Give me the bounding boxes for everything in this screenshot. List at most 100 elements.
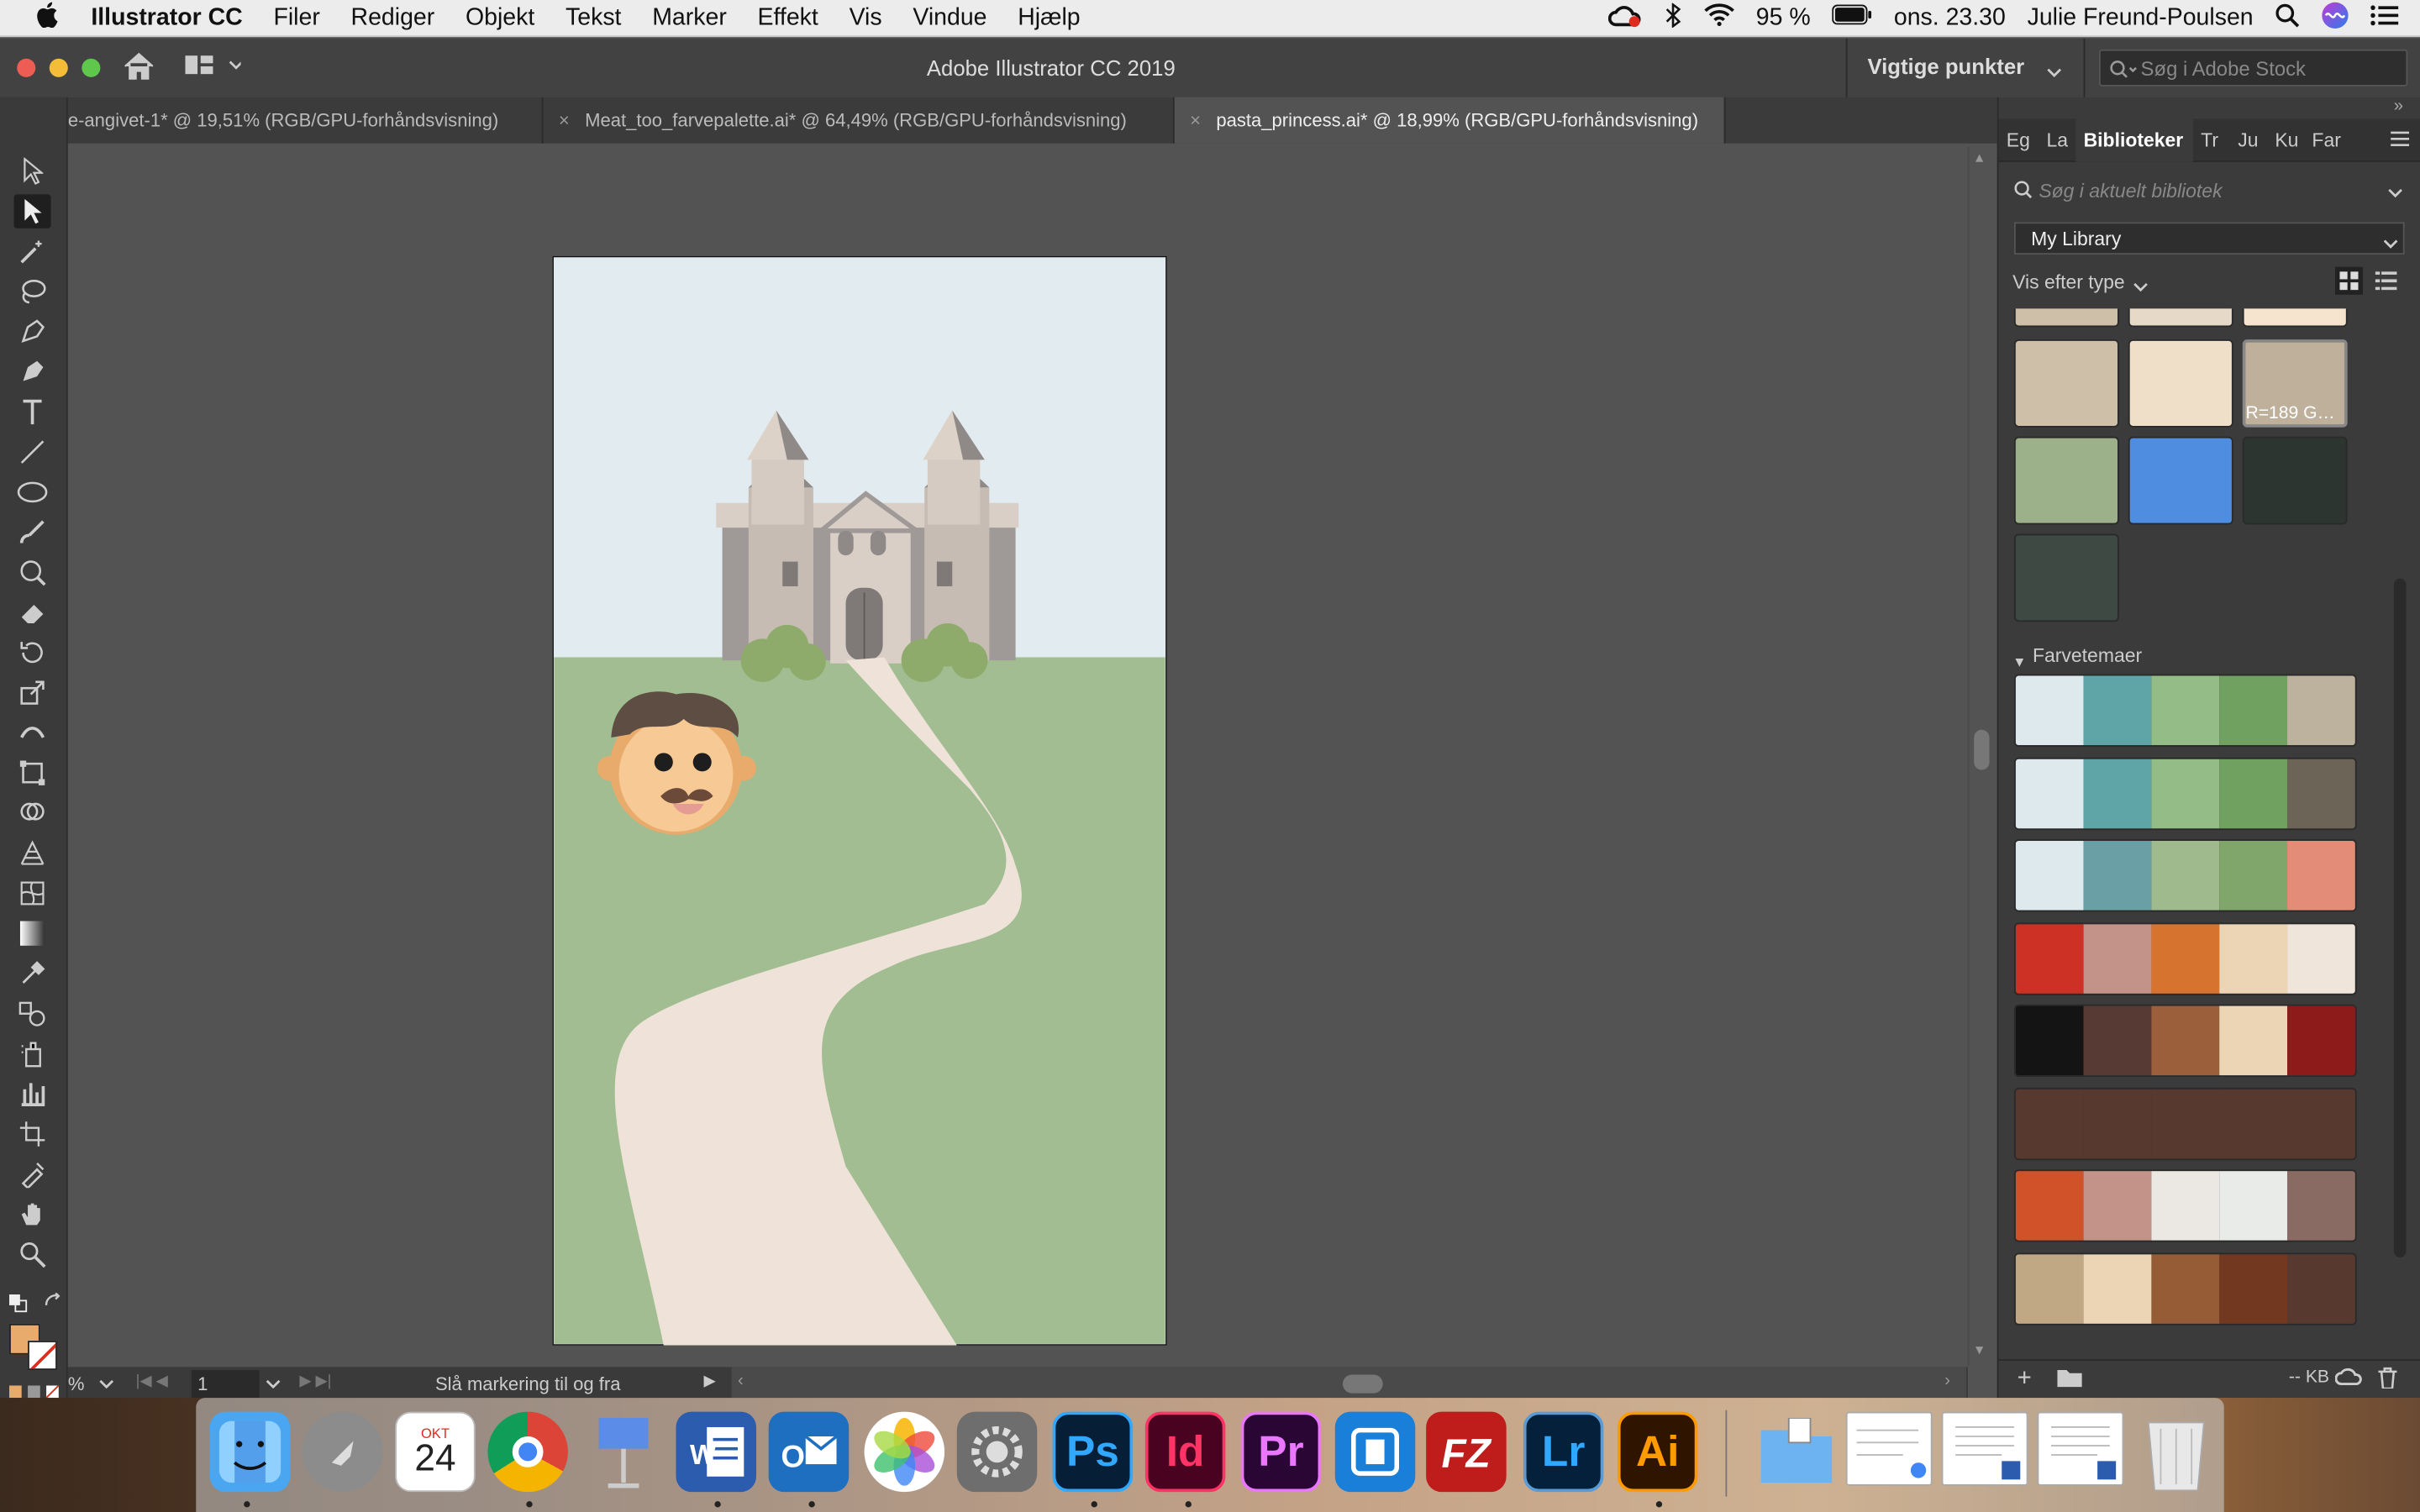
color-theme[interactable] <box>2013 1004 2357 1078</box>
status-message[interactable]: Slå markering til og fra <box>435 1373 620 1395</box>
free-transform-tool-icon[interactable] <box>14 756 51 790</box>
type-tool-icon[interactable] <box>14 395 51 428</box>
blend-tool-icon[interactable] <box>14 997 51 1031</box>
themes-heading[interactable]: Farvetemaer <box>2033 645 2142 667</box>
width-tool-icon[interactable] <box>14 716 51 749</box>
lightroom-icon[interactable]: Lr <box>1523 1411 1604 1493</box>
gradient-tool-icon[interactable] <box>14 916 51 950</box>
tab-egenskaber[interactable]: Eg <box>1999 118 2039 161</box>
trash-icon[interactable] <box>2378 1367 2397 1393</box>
tab-juster[interactable]: Ju <box>2230 118 2267 161</box>
color-swatch[interactable] <box>2013 339 2119 428</box>
collapse-panel-icon[interactable]: » <box>2394 97 2403 116</box>
close-icon[interactable]: × <box>559 109 570 131</box>
illustrator-icon[interactable]: Ai <box>1617 1411 1698 1493</box>
scroll-thumb[interactable] <box>1974 729 1990 770</box>
filezilla-icon[interactable]: FZ <box>1426 1411 1507 1493</box>
document-stack-icon[interactable] <box>1845 1411 1933 1486</box>
chevron-down-icon[interactable] <box>2387 182 2402 204</box>
menu-hjaelp[interactable]: Hjælp <box>1018 4 1080 32</box>
wifi-icon[interactable] <box>1703 3 1734 34</box>
menu-tekst[interactable]: Tekst <box>566 4 621 32</box>
column-graph-tool-icon[interactable] <box>14 1077 51 1110</box>
magic-wand-tool-icon[interactable] <box>14 234 51 268</box>
panel-menu-icon[interactable] <box>2391 129 2410 151</box>
scroll-right-icon[interactable]: › <box>1944 1372 1950 1390</box>
calendar-icon[interactable]: OKT 24 <box>395 1411 476 1493</box>
library-dropdown[interactable]: My Library <box>2013 222 2405 255</box>
keynote-icon[interactable] <box>583 1412 664 1493</box>
hand-tool-icon[interactable] <box>14 1197 51 1231</box>
mesh-tool-icon[interactable] <box>14 876 51 910</box>
eyedropper-tool-icon[interactable] <box>14 957 51 990</box>
color-swatch[interactable] <box>2013 533 2119 622</box>
pen-tool-icon[interactable] <box>14 315 51 349</box>
menu-vindue[interactable]: Vindue <box>913 4 986 32</box>
bluetooth-icon[interactable] <box>1664 2 1682 35</box>
lasso-tool-icon[interactable] <box>14 275 51 308</box>
first-artboard-icon[interactable]: |◀ ◀ <box>136 1373 168 1390</box>
rotate-tool-icon[interactable] <box>14 636 51 669</box>
scroll-left-icon[interactable]: ‹ <box>738 1372 744 1390</box>
grid-view-icon[interactable] <box>2334 266 2364 295</box>
eraser-tool-icon[interactable] <box>14 596 51 629</box>
creative-cloud-icon[interactable] <box>1607 3 1641 35</box>
indesign-icon[interactable]: Id <box>1144 1411 1226 1493</box>
user-name[interactable]: Julie Freund-Poulsen <box>2028 5 2254 33</box>
color-swatch[interactable] <box>2128 436 2233 525</box>
add-icon[interactable]: + <box>2018 1366 2032 1394</box>
doc-tab-2[interactable]: × Meat_too_farvepalette.ai* @ 64,49% (RGB… <box>544 97 1175 144</box>
selection-tool-icon[interactable] <box>14 155 51 188</box>
outlook-icon[interactable]: O <box>768 1411 850 1493</box>
canvas-vertical-scrollbar[interactable]: ▴ ▾ <box>1967 146 1996 1366</box>
notification-center-icon[interactable] <box>2370 4 2399 34</box>
doc-tab-3[interactable]: × pasta_princess.ai* @ 18,99% (RGB/GPU-fo… <box>1174 97 1726 144</box>
zoom-level[interactable]: % <box>68 1373 85 1395</box>
word-document-icon[interactable] <box>1941 1411 2028 1486</box>
color-theme[interactable] <box>2013 839 2357 912</box>
color-theme[interactable] <box>2013 756 2357 830</box>
color-theme[interactable] <box>2013 1252 2357 1325</box>
system-preferences-icon[interactable] <box>956 1411 1038 1493</box>
scroll-thumb[interactable] <box>1342 1374 1383 1394</box>
chevron-down-icon[interactable] <box>2047 59 2062 87</box>
menu-objekt[interactable]: Objekt <box>466 4 534 32</box>
color-swatch[interactable] <box>2013 436 2119 525</box>
apple-icon[interactable] <box>34 1 58 34</box>
color-theme[interactable] <box>2013 674 2357 747</box>
finder-icon[interactable] <box>209 1411 291 1493</box>
menu-effekt[interactable]: Effekt <box>758 4 818 32</box>
last-artboard-icon[interactable]: ▶ ▶| <box>299 1373 331 1390</box>
zoom-tool-icon[interactable] <box>14 1237 51 1271</box>
list-view-icon[interactable] <box>2375 271 2397 295</box>
slice-tool-icon[interactable] <box>14 1158 51 1191</box>
battery-icon[interactable] <box>1832 4 1872 33</box>
shape-builder-tool-icon[interactable] <box>14 796 51 830</box>
photos-icon[interactable] <box>864 1411 945 1493</box>
app-menu[interactable]: Illustrator CC <box>91 4 242 32</box>
folder-icon[interactable] <box>2057 1368 2082 1392</box>
perspective-grid-tool-icon[interactable] <box>14 837 51 870</box>
chevron-down-icon[interactable] <box>99 1373 114 1395</box>
trash-icon[interactable] <box>2136 1412 2217 1493</box>
clock[interactable]: ons. 23.30 <box>1894 5 2006 33</box>
color-swatch[interactable] <box>2013 308 2119 328</box>
remote-desktop-icon[interactable] <box>1334 1411 1416 1493</box>
chrome-icon[interactable] <box>487 1411 568 1493</box>
spotlight-icon[interactable] <box>2275 3 2300 35</box>
canvas-horizontal-scrollbar[interactable]: ‹ › <box>731 1367 1967 1401</box>
launchpad-icon[interactable] <box>302 1411 383 1493</box>
tab-transformer[interactable]: Tr <box>2193 118 2230 161</box>
tab-lag[interactable]: La <box>2039 118 2075 161</box>
line-tool-icon[interactable] <box>14 435 51 469</box>
artboard-tool-icon[interactable] <box>14 1117 51 1151</box>
curvature-tool-icon[interactable] <box>14 354 51 388</box>
direct-selection-tool-icon[interactable] <box>13 194 51 228</box>
swap-colors-icon[interactable] <box>43 1291 61 1319</box>
view-by-type-dropdown[interactable]: Vis efter type <box>2012 271 2125 293</box>
doc-tab-1[interactable]: e-angivet-1* @ 19,51% (RGB/GPU-forhåndsv… <box>68 97 544 144</box>
color-theme[interactable] <box>2013 1169 2357 1242</box>
word-icon[interactable]: W <box>676 1411 757 1493</box>
disclosure-triangle-icon[interactable]: ▼ <box>2012 654 2026 669</box>
stroke-color-swatch[interactable] <box>28 1341 57 1371</box>
